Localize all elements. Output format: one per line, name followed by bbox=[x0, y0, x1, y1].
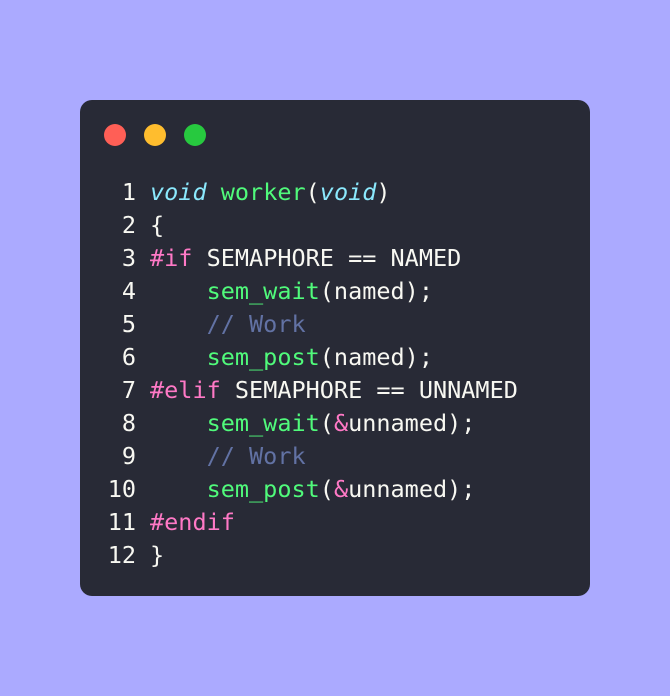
code-token-directive: #elif bbox=[150, 376, 221, 404]
line-source: } bbox=[150, 539, 164, 572]
code-token-plain: ( bbox=[319, 475, 334, 503]
line-source: // Work bbox=[150, 440, 306, 473]
code-line: 8 sem_wait(&unnamed); bbox=[98, 407, 518, 440]
line-source: sem_post(&unnamed); bbox=[150, 473, 476, 506]
code-token-plain: ) bbox=[376, 178, 391, 206]
code-line: 6 sem_post(named); bbox=[98, 341, 518, 374]
code-token-func: sem_wait bbox=[206, 409, 320, 437]
code-token-func: sem_post bbox=[206, 475, 320, 503]
code-token-comment: // Work bbox=[206, 442, 306, 470]
line-number: 8 bbox=[121, 409, 136, 437]
code-token-plain: } bbox=[150, 541, 165, 569]
code-line: 1 void worker(void) bbox=[98, 176, 518, 209]
maximize-dot-icon[interactable] bbox=[184, 124, 206, 146]
line-source: { bbox=[150, 209, 164, 242]
code-line: 10 sem_post(&unnamed); bbox=[98, 473, 518, 506]
line-number: 3 bbox=[121, 244, 136, 272]
code-token-comment: // Work bbox=[206, 310, 306, 338]
code-token-func: sem_wait bbox=[206, 277, 320, 305]
code-line: 4 sem_wait(named); bbox=[98, 275, 518, 308]
line-number: 11 bbox=[107, 508, 136, 536]
code-token-plain: ( bbox=[305, 178, 320, 206]
line-source: #elif SEMAPHORE == UNNAMED bbox=[150, 374, 518, 407]
line-source: #if SEMAPHORE == NAMED bbox=[150, 242, 461, 275]
line-number: 2 bbox=[121, 211, 136, 239]
code-token-plain: SEMAPHORE == UNNAMED bbox=[220, 376, 518, 404]
code-token-plain: unnamed); bbox=[348, 475, 476, 503]
code-line: 7 #elif SEMAPHORE == UNNAMED bbox=[98, 374, 518, 407]
code-token-plain: (named); bbox=[319, 277, 433, 305]
line-number: 1 bbox=[121, 178, 136, 206]
code-token-func: sem_post bbox=[206, 343, 320, 371]
code-token-plain: (named); bbox=[319, 343, 433, 371]
line-number: 7 bbox=[121, 376, 136, 404]
line-source: // Work bbox=[150, 308, 306, 341]
minimize-dot-icon[interactable] bbox=[144, 124, 166, 146]
code-token-func: worker bbox=[220, 178, 306, 206]
line-number: 10 bbox=[107, 475, 136, 503]
code-token-plain: unnamed); bbox=[348, 409, 476, 437]
line-number: 5 bbox=[121, 310, 136, 338]
code-token-op: & bbox=[333, 475, 349, 503]
code-window: 1 void worker(void) 2{3 #if SEMAPHORE == NA… bbox=[80, 100, 590, 596]
line-number: 4 bbox=[121, 277, 136, 305]
line-number: 6 bbox=[121, 343, 136, 371]
code-token-directive: #if bbox=[150, 244, 193, 272]
line-source: #endif bbox=[150, 506, 235, 539]
code-line: 3 #if SEMAPHORE == NAMED bbox=[98, 242, 518, 275]
close-dot-icon[interactable] bbox=[104, 124, 126, 146]
line-source: sem_post(named); bbox=[150, 341, 433, 374]
code-token-plain: ( bbox=[319, 409, 334, 437]
code-line: 9 // Work bbox=[98, 440, 518, 473]
code-token-plain: SEMAPHORE == NAMED bbox=[192, 244, 462, 272]
code-line: 12} bbox=[98, 539, 518, 572]
line-source: void worker(void) bbox=[150, 176, 391, 209]
code-block: 1 void worker(void) 2{3 #if SEMAPHORE == NA… bbox=[98, 176, 518, 572]
code-token-directive: #endif bbox=[150, 508, 235, 536]
code-token-op: & bbox=[333, 409, 349, 437]
code-token-type: void bbox=[319, 178, 377, 206]
line-number: 9 bbox=[121, 442, 136, 470]
code-line: 11 #endif bbox=[98, 506, 518, 539]
code-line: 5 // Work bbox=[98, 308, 518, 341]
code-token-plain: { bbox=[150, 211, 165, 239]
line-source: sem_wait(named); bbox=[150, 275, 433, 308]
code-line: 2{ bbox=[98, 209, 518, 242]
line-source: sem_wait(&unnamed); bbox=[150, 407, 476, 440]
line-number: 12 bbox=[107, 541, 136, 569]
code-token-type: void bbox=[150, 178, 207, 206]
